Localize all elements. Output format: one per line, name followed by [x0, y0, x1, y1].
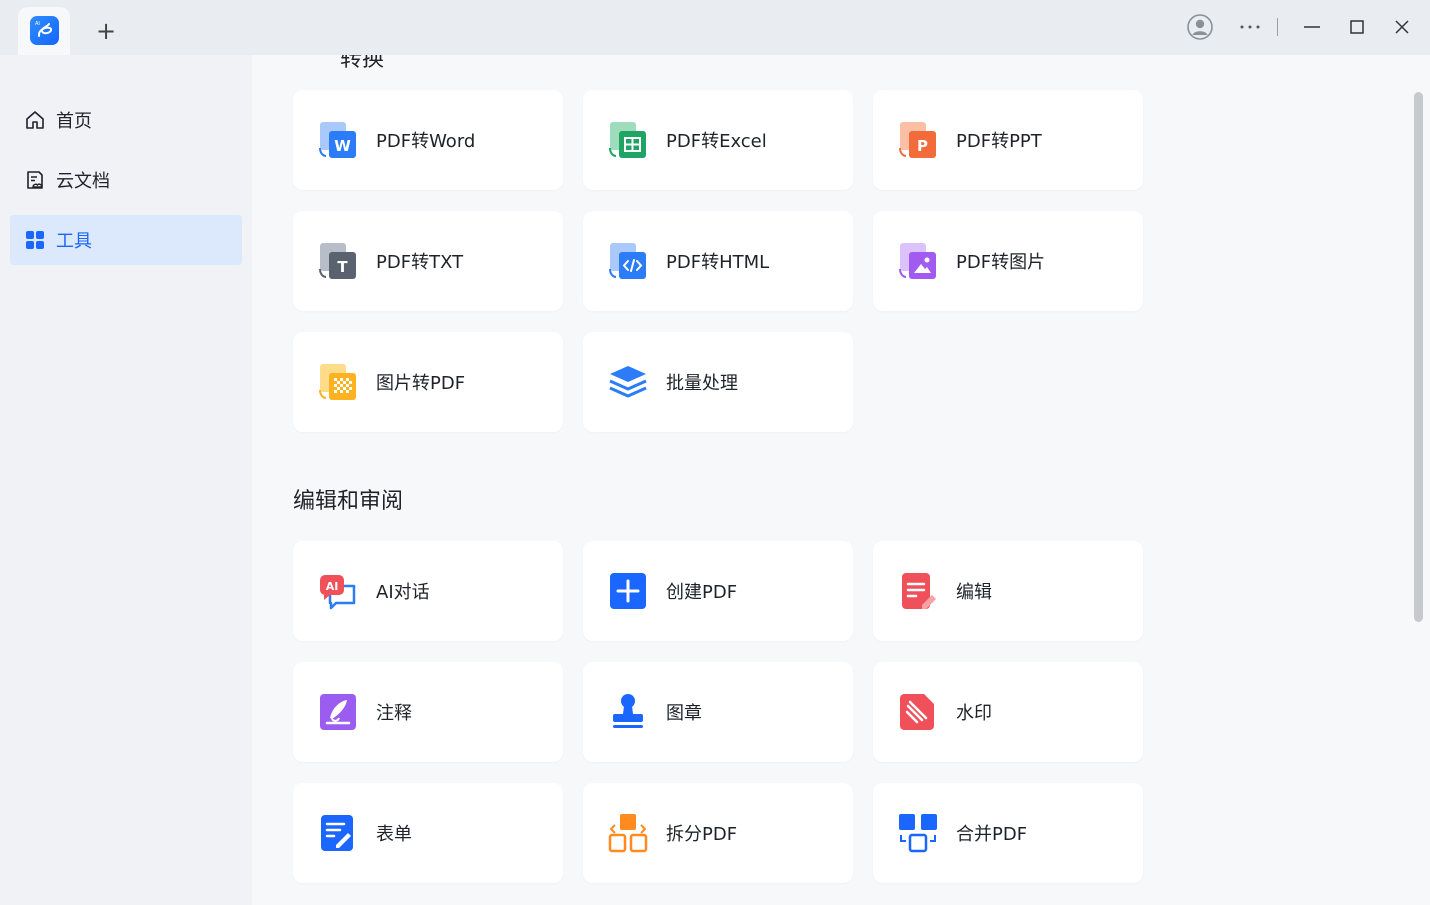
sidebar-item-cloud-docs[interactable]: 云文档: [10, 155, 242, 205]
tool-label: 编辑: [956, 582, 992, 603]
section-title-edit-review: 编辑和审阅: [293, 489, 404, 514]
tool-label: PDF转Word: [376, 131, 476, 152]
tool-label: PDF转Excel: [666, 131, 767, 152]
pdf-to-image-icon: [899, 243, 936, 279]
pdf-to-ppt-icon: P: [899, 122, 936, 158]
minimize-icon[interactable]: [1298, 13, 1326, 41]
tool-label: 创建PDF: [666, 582, 738, 603]
sidebar-item-home[interactable]: 首页: [10, 95, 242, 145]
tool-label: 注释: [376, 703, 412, 724]
section-title-convert: 转换: [340, 55, 385, 72]
tool-card-annotate[interactable]: 注释: [293, 662, 563, 762]
watermark-icon: [900, 694, 934, 730]
svg-text:AI: AI: [35, 21, 40, 27]
tool-label: 表单: [376, 824, 412, 845]
app-tab[interactable]: AI: [18, 7, 70, 55]
tool-label: 图章: [666, 703, 702, 724]
tools-main: 转换 W PDF转Word PDF转Excel P PDF转PPT T PDF转…: [252, 55, 1430, 905]
sidebar-item-tools[interactable]: 工具: [10, 215, 242, 265]
cloud-doc-icon: [27, 171, 43, 189]
tool-card-pdf-to-word[interactable]: W PDF转Word: [293, 90, 563, 190]
tool-card-pdf-to-html[interactable]: PDF转HTML: [583, 211, 853, 311]
svg-text:W: W: [334, 137, 351, 155]
form-icon: [321, 815, 353, 851]
svg-text:P: P: [917, 137, 928, 155]
edit-icon: [902, 573, 936, 609]
tool-label: 水印: [956, 703, 992, 724]
tool-card-ai-chat[interactable]: AI AI对话: [293, 541, 563, 641]
tool-label: 图片转PDF: [376, 373, 466, 394]
pdf-to-excel-icon: [609, 122, 646, 158]
tool-card-pdf-to-excel[interactable]: PDF转Excel: [583, 90, 853, 190]
stamp-icon: [613, 694, 643, 728]
more-icon[interactable]: [1236, 13, 1264, 41]
new-tab-button[interactable]: +: [93, 19, 119, 45]
svg-text:AI: AI: [326, 580, 339, 593]
titlebar-divider: [1277, 18, 1278, 36]
maximize-icon[interactable]: [1343, 13, 1371, 41]
sidebar-item-label: 首页: [56, 111, 92, 132]
tool-card-batch[interactable]: 批量处理: [583, 332, 853, 432]
tool-card-watermark[interactable]: 水印: [873, 662, 1143, 762]
user-avatar-icon[interactable]: [1186, 13, 1214, 41]
image-to-pdf-icon: [319, 364, 356, 400]
tool-card-create-pdf[interactable]: 创建PDF: [583, 541, 853, 641]
sidebar-item-label: 工具: [56, 231, 92, 252]
tool-card-image-to-pdf[interactable]: 图片转PDF: [293, 332, 563, 432]
split-pdf-icon: [608, 814, 648, 853]
tool-card-split-pdf[interactable]: 拆分PDF: [583, 783, 853, 883]
tool-label: 批量处理: [666, 373, 738, 394]
merge-pdf-icon: [899, 814, 937, 853]
pdf-to-html-icon: [609, 243, 646, 279]
annotate-icon: [320, 694, 356, 730]
create-pdf-icon: [610, 573, 646, 609]
home-icon: [26, 111, 44, 129]
tool-card-merge-pdf[interactable]: 合并PDF: [873, 783, 1143, 883]
ai-chat-icon: AI: [320, 575, 356, 610]
tool-card-stamp[interactable]: 图章: [583, 662, 853, 762]
tools-grid-icon: [26, 231, 44, 249]
sidebar-item-label: 云文档: [56, 171, 110, 192]
tool-label: PDF转TXT: [376, 252, 464, 273]
tool-card-pdf-to-txt[interactable]: T PDF转TXT: [293, 211, 563, 311]
close-icon[interactable]: [1388, 13, 1416, 41]
tool-label: AI对话: [376, 582, 430, 603]
vertical-scrollbar[interactable]: [1414, 92, 1423, 622]
title-bar: AI +: [0, 0, 1430, 55]
svg-text:T: T: [337, 258, 348, 276]
sidebar: 首页 云文档 工具: [0, 55, 252, 905]
tool-card-pdf-to-ppt[interactable]: P PDF转PPT: [873, 90, 1143, 190]
tool-card-pdf-to-image[interactable]: PDF转图片: [873, 211, 1143, 311]
tool-label: PDF转PPT: [956, 131, 1042, 152]
app-logo-icon: AI: [30, 16, 59, 45]
tool-label: PDF转图片: [956, 252, 1046, 273]
pdf-to-word-icon: W: [319, 122, 356, 158]
batch-layers-icon: [609, 366, 647, 398]
tool-label: 拆分PDF: [666, 824, 738, 845]
pdf-to-txt-icon: T: [319, 243, 356, 279]
tool-card-form[interactable]: 表单: [293, 783, 563, 883]
tool-label: PDF转HTML: [666, 252, 770, 273]
tool-card-edit[interactable]: 编辑: [873, 541, 1143, 641]
tool-label: 合并PDF: [956, 824, 1028, 845]
